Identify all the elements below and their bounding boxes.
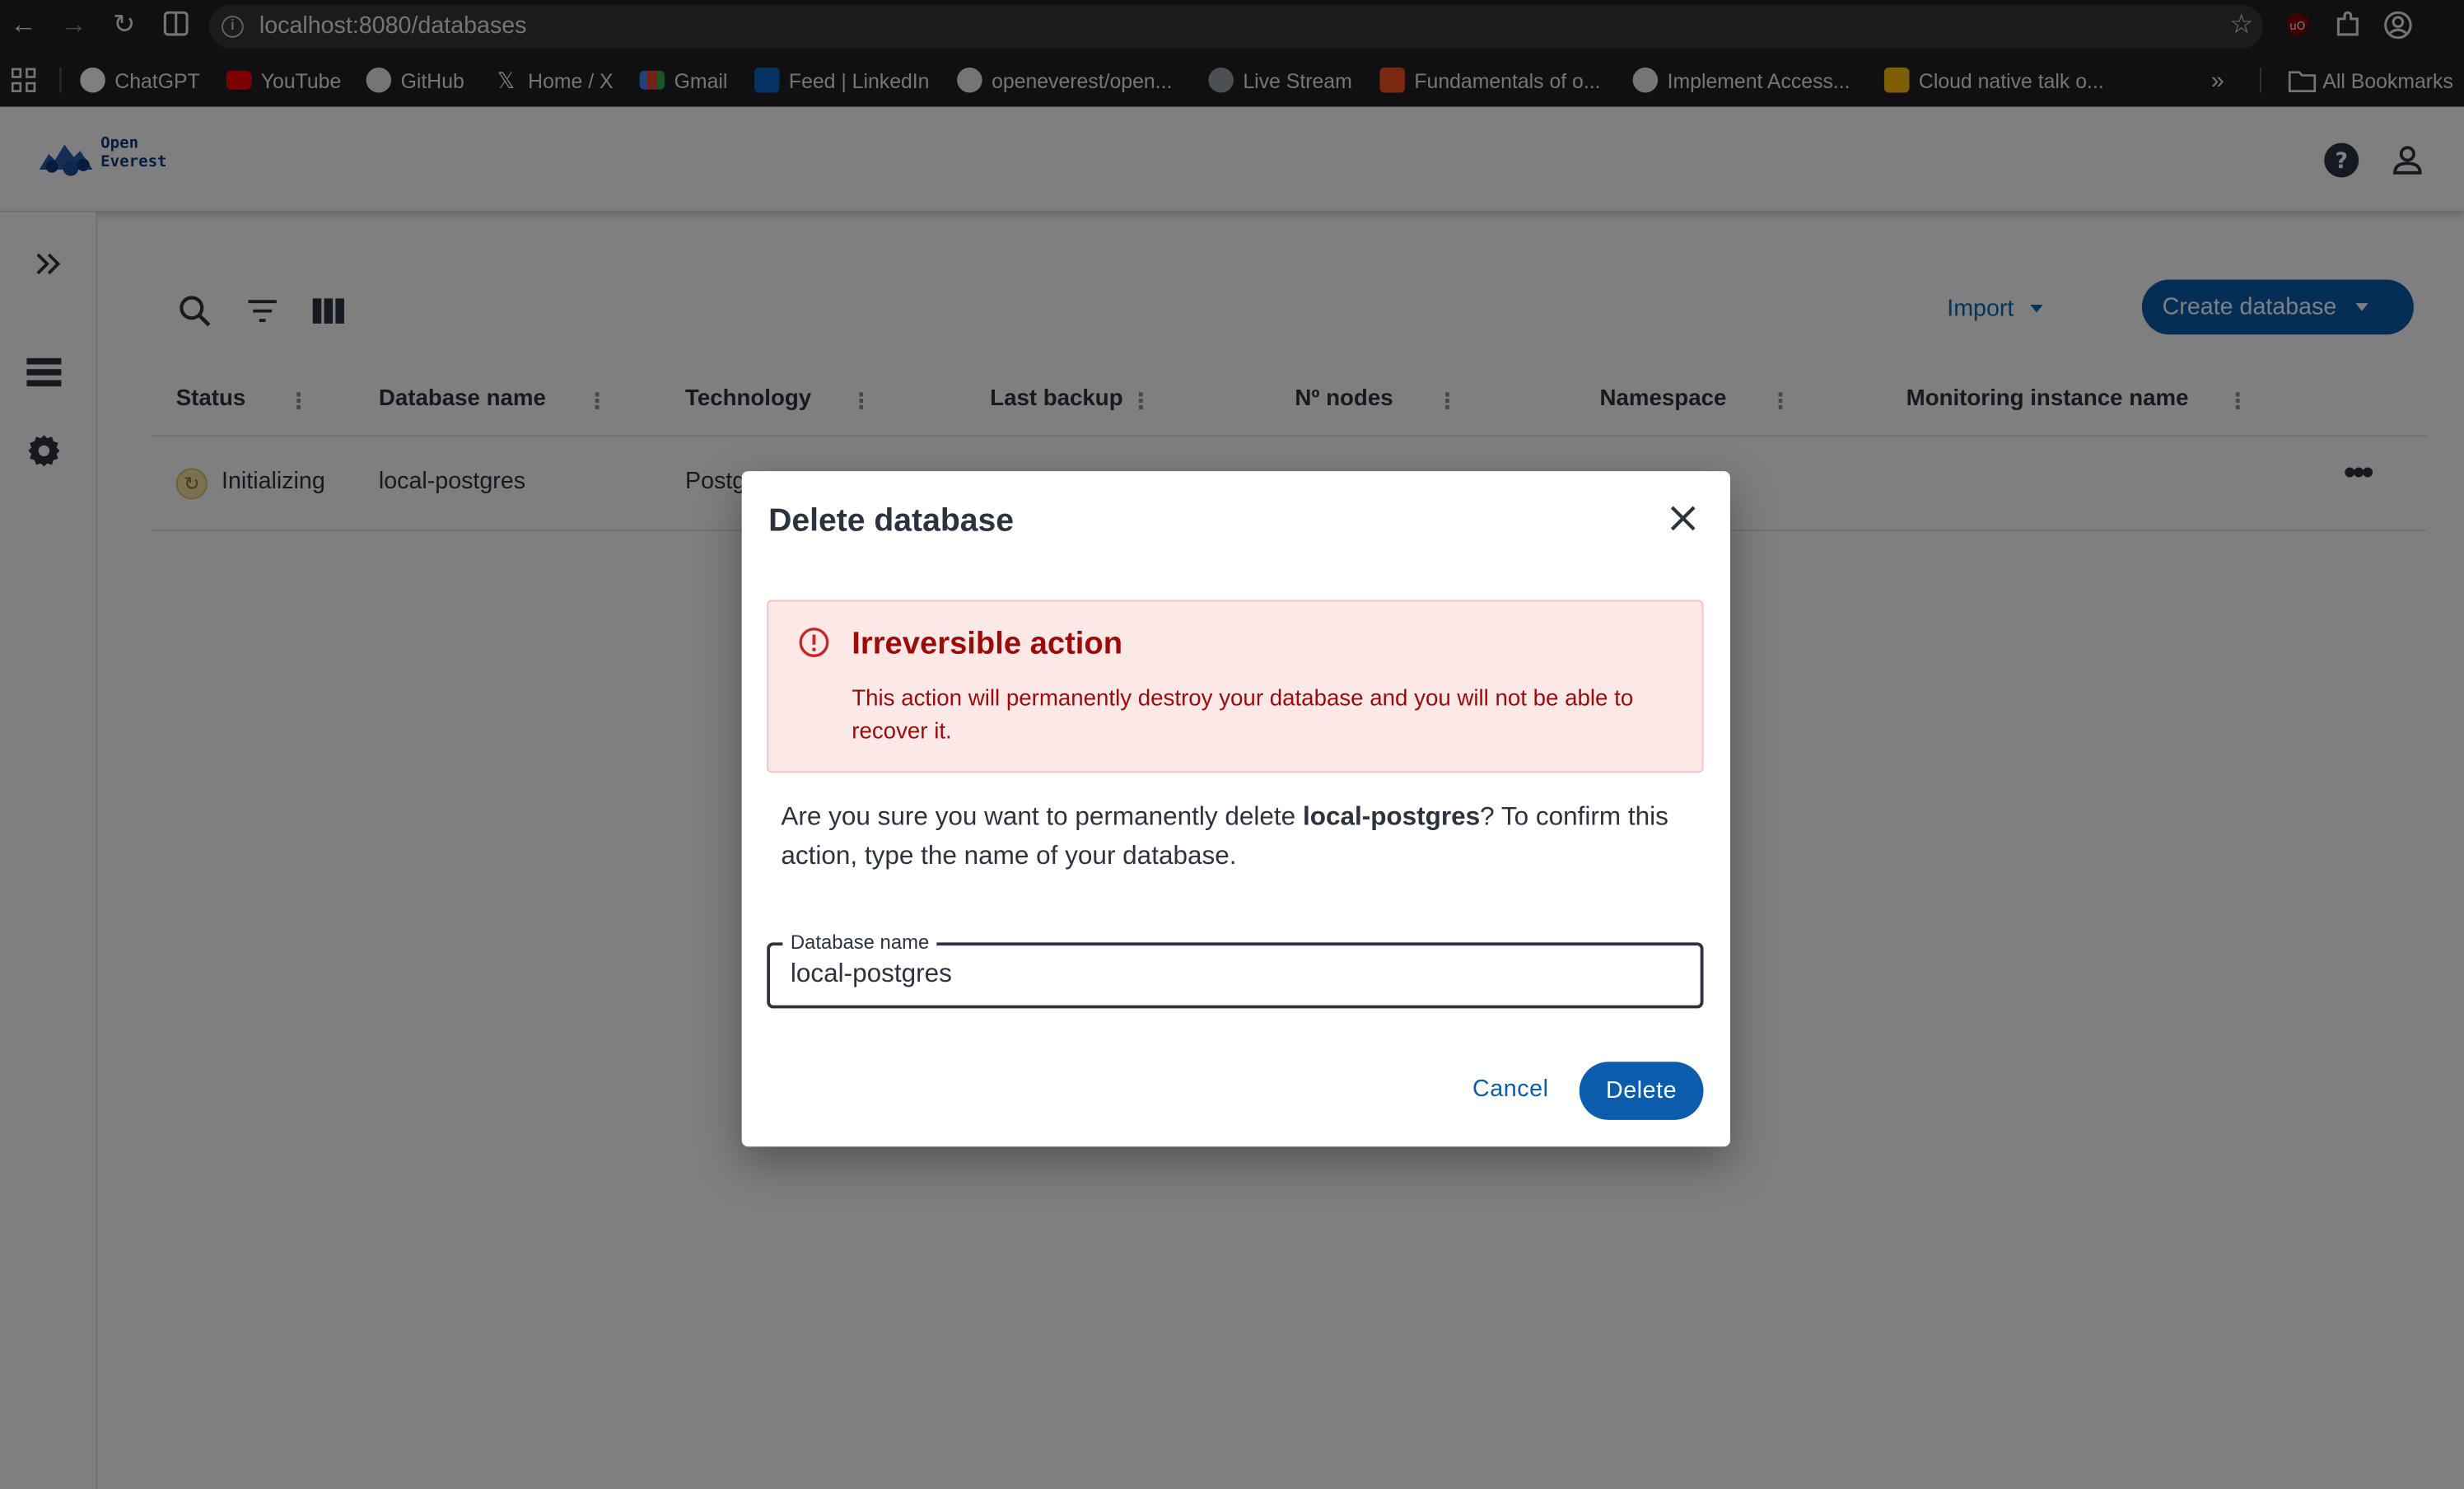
confirm-database-name: local-postgres: [1302, 802, 1481, 831]
database-name-field-label: Database name: [782, 931, 937, 954]
confirm-message: Are you sure you want to permanently del…: [781, 798, 1700, 876]
confirm-prefix: Are you sure you want to permanently del…: [781, 802, 1303, 831]
dialog-title: Delete database: [768, 502, 1014, 539]
error-outline-icon: [798, 627, 829, 658]
database-name-field[interactable]: Database name: [767, 931, 1704, 1009]
viewport: ← → ↻ i localhost:8080/databases ☆ uO: [0, 0, 2464, 1489]
irreversible-action-alert: Irreversible action This action will per…: [767, 600, 1704, 773]
database-name-input[interactable]: [790, 959, 1671, 990]
delete-database-dialog: Delete database Irreversible action This…: [741, 471, 1730, 1147]
alert-title: Irreversible action: [852, 626, 1123, 661]
alert-message: This action will permanently destroy you…: [852, 686, 1634, 745]
close-icon[interactable]: [1664, 499, 1702, 537]
delete-button[interactable]: Delete: [1579, 1062, 1704, 1120]
cancel-button[interactable]: Cancel: [1457, 1065, 1565, 1115]
